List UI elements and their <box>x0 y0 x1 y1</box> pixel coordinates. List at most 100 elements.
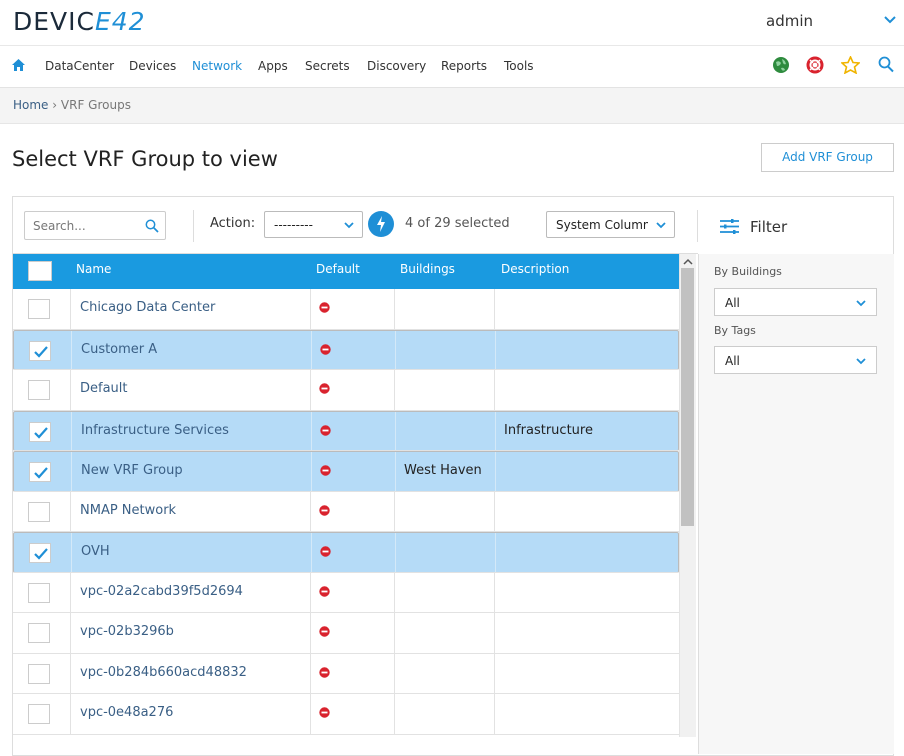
column-divider <box>394 289 395 329</box>
row-checkbox[interactable] <box>28 623 50 643</box>
execute-action-button[interactable] <box>368 211 394 237</box>
vrf-group-name-link[interactable]: vpc-02a2cabd39f5d2694 <box>80 584 243 599</box>
nav-item-discovery[interactable]: Discovery <box>367 59 426 73</box>
vrf-group-name-link[interactable]: vpc-0b284b660acd48832 <box>80 665 247 680</box>
nav-item-network[interactable]: Network <box>192 59 242 73</box>
vrf-group-name-link[interactable]: Customer A <box>81 342 157 357</box>
row-checkbox[interactable] <box>28 380 50 400</box>
column-header-default[interactable]: Default <box>316 262 360 276</box>
row-checkbox[interactable] <box>28 501 50 522</box>
column-divider <box>310 370 311 410</box>
system-columns-select[interactable]: System Columns <box>546 211 675 238</box>
select-all-checkbox[interactable] <box>28 261 52 281</box>
sliders-icon <box>720 219 739 234</box>
by-buildings-select[interactable]: All <box>714 288 877 316</box>
column-divider <box>394 370 395 410</box>
row-checkbox[interactable] <box>28 299 50 319</box>
table-row[interactable]: vpc-0b284b660acd48832 <box>13 653 679 694</box>
column-divider <box>495 452 496 491</box>
column-divider <box>494 289 495 329</box>
home-icon[interactable] <box>11 58 26 72</box>
no-icon <box>319 626 330 637</box>
row-checkbox[interactable] <box>29 421 51 442</box>
by-buildings-label: By Buildings <box>714 265 782 278</box>
column-divider <box>494 370 495 410</box>
row-checkbox[interactable] <box>29 462 51 482</box>
column-divider <box>311 330 312 369</box>
vrf-group-name-link[interactable]: vpc-02b3296b <box>80 624 174 639</box>
search-icon[interactable] <box>878 56 894 73</box>
breadcrumb-home[interactable]: Home <box>13 98 48 112</box>
no-icon <box>320 465 331 476</box>
column-header-buildings[interactable]: Buildings <box>400 262 455 276</box>
row-checkbox[interactable] <box>28 582 50 603</box>
column-divider <box>311 452 312 491</box>
table-row[interactable]: vpc-02b3296b <box>13 613 679 654</box>
checkmark-icon <box>34 345 48 358</box>
column-divider <box>310 289 311 329</box>
row-checkbox[interactable] <box>28 704 50 724</box>
table-row[interactable]: Customer A <box>13 329 679 370</box>
column-divider <box>71 452 72 491</box>
vrf-group-name-link[interactable]: Chicago Data Center <box>80 300 215 315</box>
description-cell: Infrastructure <box>504 422 593 438</box>
table-row[interactable]: Default <box>13 370 679 411</box>
column-divider <box>494 613 495 653</box>
star-icon[interactable] <box>841 56 860 74</box>
table-row[interactable]: New VRF Group West Haven <box>13 451 679 492</box>
row-checkbox[interactable] <box>29 340 51 361</box>
table-row[interactable]: Infrastructure Services Infrastructure <box>13 410 679 451</box>
search-input[interactable] <box>25 212 135 239</box>
add-vrf-group-button[interactable]: Add VRF Group <box>761 143 894 172</box>
table-row[interactable]: Chicago Data Center <box>13 289 679 330</box>
nav-item-reports[interactable]: Reports <box>441 59 487 73</box>
table-row[interactable]: OVH <box>13 532 679 573</box>
filter-toggle[interactable]: Filter <box>719 218 787 239</box>
scrollbar-thumb[interactable] <box>681 268 694 526</box>
column-divider <box>71 411 72 450</box>
nav-item-tools[interactable]: Tools <box>504 59 534 73</box>
column-divider <box>495 330 496 369</box>
column-divider <box>494 572 495 612</box>
table-row[interactable]: vpc-02a2cabd39f5d2694 <box>13 572 679 613</box>
column-divider <box>394 572 395 612</box>
nav-item-apps[interactable]: Apps <box>258 59 288 73</box>
column-divider <box>70 370 71 410</box>
logo-text-mid: E <box>94 7 112 36</box>
scroll-up-icon[interactable] <box>683 258 693 266</box>
nav-item-secrets[interactable]: Secrets <box>305 59 350 73</box>
page-title: Select VRF Group to view <box>12 147 278 171</box>
row-checkbox[interactable] <box>29 543 51 563</box>
nav-item-datacenter[interactable]: DataCenter <box>45 59 114 73</box>
globe-icon[interactable] <box>772 56 790 74</box>
selected-count: 4 of 29 selected <box>405 216 510 231</box>
lightning-icon <box>377 216 385 232</box>
no-icon <box>319 707 330 718</box>
user-menu[interactable]: admin <box>766 12 813 30</box>
no-icon <box>319 504 330 516</box>
vrf-group-name-link[interactable]: OVH <box>81 544 110 559</box>
action-select[interactable]: --------- <box>264 211 363 238</box>
column-header-name[interactable]: Name <box>76 262 111 276</box>
table-row[interactable]: vpc-0e48a276 <box>13 694 679 735</box>
search-icon[interactable] <box>145 219 159 233</box>
chevron-down-icon[interactable] <box>883 13 897 27</box>
vrf-group-name-link[interactable]: NMAP Network <box>80 503 176 518</box>
column-divider <box>310 653 311 693</box>
vrf-group-name-link[interactable]: New VRF Group <box>81 463 183 478</box>
column-divider <box>310 694 311 734</box>
vrf-group-name-link[interactable]: Default <box>80 381 128 396</box>
no-icon <box>320 343 331 355</box>
row-checkbox[interactable] <box>28 663 50 684</box>
vrf-group-name-link[interactable]: Infrastructure Services <box>81 423 229 438</box>
vrf-group-name-link[interactable]: vpc-0e48a276 <box>80 705 173 720</box>
column-divider <box>70 613 71 653</box>
lifebuoy-icon[interactable] <box>806 56 824 74</box>
column-divider <box>395 533 396 572</box>
nav-item-devices[interactable]: Devices <box>129 59 176 73</box>
table-row[interactable]: NMAP Network <box>13 491 679 532</box>
by-tags-select[interactable]: All <box>714 346 877 374</box>
device42-logo[interactable]: DEVICE42 <box>13 7 146 36</box>
column-header-description[interactable]: Description <box>501 262 569 276</box>
column-divider <box>311 411 312 450</box>
